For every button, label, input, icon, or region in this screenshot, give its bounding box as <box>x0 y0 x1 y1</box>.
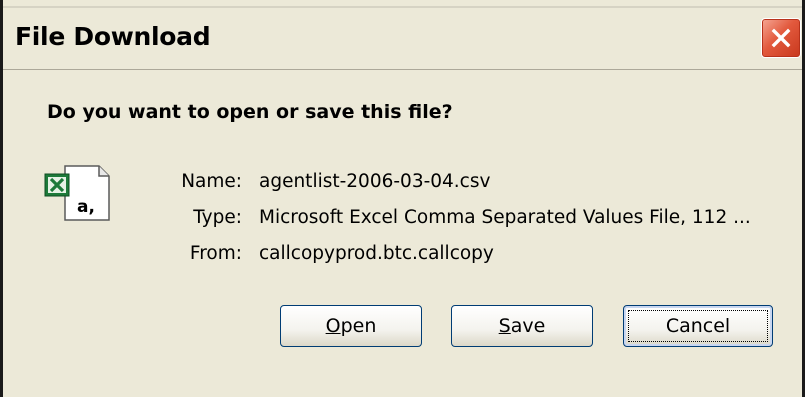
from-label: From: <box>189 243 242 264</box>
file-download-dialog: File Download Do you want to open or sav… <box>0 0 805 397</box>
file-icon-text: a, <box>77 197 95 217</box>
close-button[interactable] <box>761 18 801 58</box>
dialog-prompt: Do you want to open or save this file? <box>47 101 453 123</box>
save-mnemonic: S <box>498 315 511 337</box>
name-label: Name: <box>181 171 242 192</box>
type-label: Type: <box>193 207 242 228</box>
title-bar[interactable]: File Download <box>3 6 802 69</box>
cancel-button[interactable]: Cancel <box>623 305 773 347</box>
close-icon <box>771 28 791 48</box>
open-mnemonic: O <box>325 315 341 337</box>
title-divider <box>3 69 802 70</box>
cancel-label: Cancel <box>665 315 731 337</box>
file-name-value: agentlist-2006-03-04.csv <box>259 171 491 192</box>
file-source-value: callcopyprod.btc.callcopy <box>259 243 494 264</box>
open-label-rest: pen <box>340 315 377 337</box>
dialog-title: File Download <box>15 22 211 51</box>
open-button[interactable]: Open <box>280 305 422 347</box>
save-label-rest: ave <box>510 315 546 337</box>
save-button[interactable]: Save <box>451 305 593 347</box>
excel-csv-file-icon: a, <box>43 164 115 222</box>
file-type-value: Microsoft Excel Comma Separated Values F… <box>259 207 751 228</box>
